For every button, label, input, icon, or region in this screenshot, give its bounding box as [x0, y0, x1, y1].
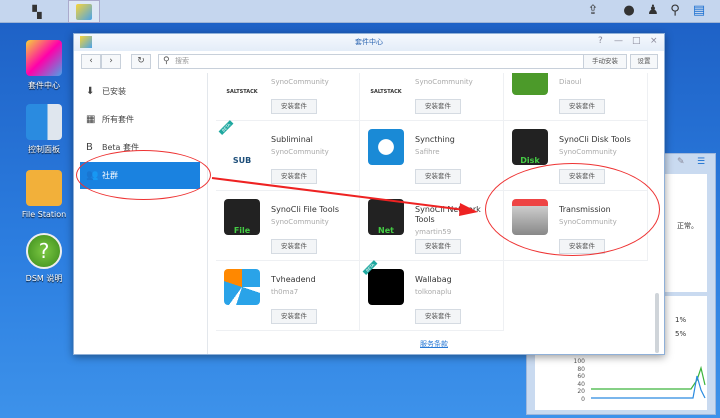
terms-link[interactable]: 服务条款 — [420, 340, 448, 349]
annotation-arrow — [211, 177, 478, 216]
